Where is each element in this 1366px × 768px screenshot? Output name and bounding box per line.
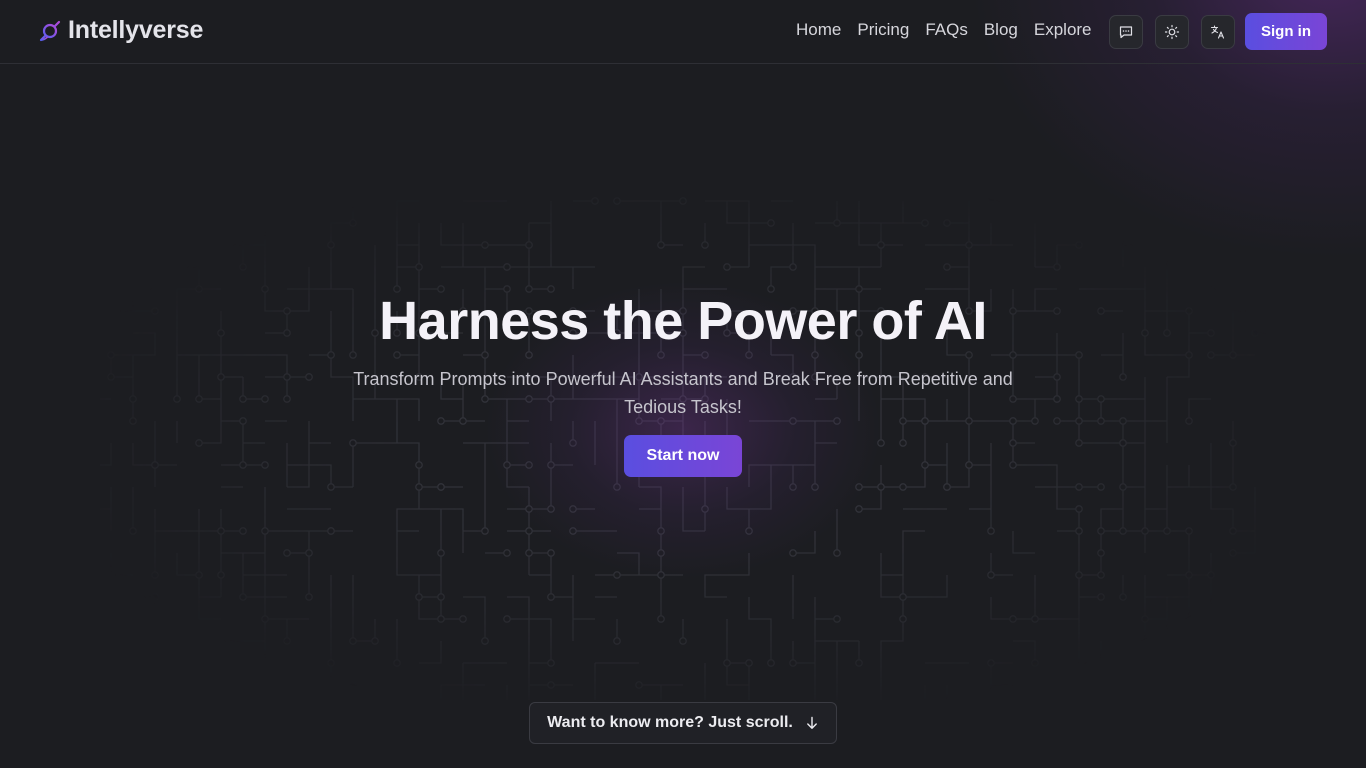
top-navbar: Intellyverse Home Pricing FAQs Blog Expl… xyxy=(0,0,1366,64)
start-now-button[interactable]: Start now xyxy=(624,435,742,477)
translate-icon xyxy=(1210,25,1225,39)
theme-toggle-button[interactable] xyxy=(1155,15,1189,49)
main-nav: Home Pricing FAQs Blog Explore xyxy=(796,20,1092,40)
nav-faqs[interactable]: FAQs xyxy=(925,20,968,40)
nav-pricing[interactable]: Pricing xyxy=(857,20,909,40)
nav-explore[interactable]: Explore xyxy=(1034,20,1092,40)
chat-bubble-icon xyxy=(1119,26,1133,39)
hero-subtitle: Transform Prompts into Powerful AI Assis… xyxy=(353,369,1013,417)
sun-icon xyxy=(1164,24,1180,40)
brand-logo[interactable]: Intellyverse xyxy=(38,16,203,45)
nav-home[interactable]: Home xyxy=(796,20,841,40)
language-button[interactable] xyxy=(1201,15,1235,49)
landing-page: Intellyverse Home Pricing FAQs Blog Expl… xyxy=(0,0,1366,768)
brand-name: Intellyverse xyxy=(68,16,204,44)
sign-in-button[interactable]: Sign in xyxy=(1245,13,1327,50)
scroll-hint-label: Want to know more? Just scroll. xyxy=(547,714,793,731)
hero-title: Harness the Power of AI xyxy=(379,291,987,351)
planet-icon xyxy=(39,20,61,41)
scroll-hint-button[interactable]: Want to know more? Just scroll. xyxy=(529,702,837,744)
chat-button[interactable] xyxy=(1109,15,1143,49)
arrow-down-icon xyxy=(806,716,817,729)
nav-blog[interactable]: Blog xyxy=(984,20,1018,40)
